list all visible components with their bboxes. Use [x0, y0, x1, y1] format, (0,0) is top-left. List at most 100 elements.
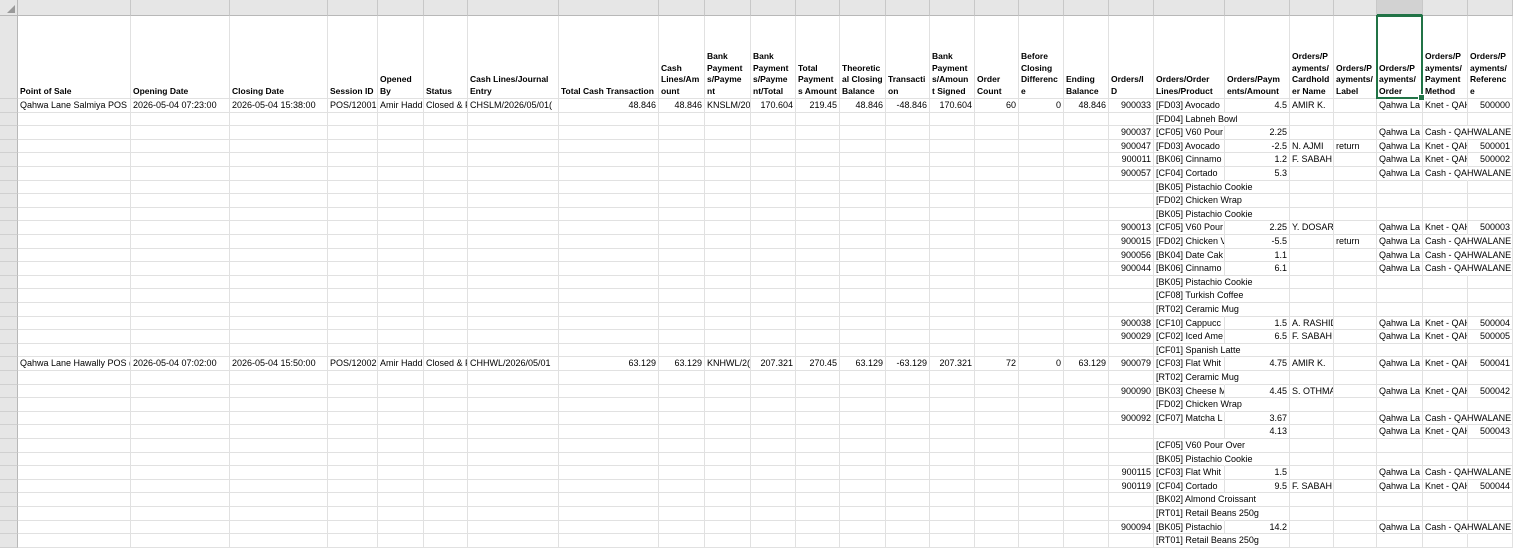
grid-cell[interactable]: [378, 112, 424, 127]
grid-cell[interactable]: [230, 194, 328, 208]
grid-cell[interactable]: [1019, 126, 1064, 140]
grid-cell[interactable]: [328, 235, 378, 249]
grid-cell[interactable]: [1334, 275, 1377, 290]
grid-cell[interactable]: [328, 289, 378, 303]
grid-cell[interactable]: [424, 371, 468, 385]
grid-cell[interactable]: [378, 425, 424, 439]
grid-cell[interactable]: [230, 221, 328, 235]
grid-cell[interactable]: [230, 207, 328, 222]
grid-cell[interactable]: [328, 452, 378, 467]
spreadsheet-grid[interactable]: Point of Sale Opening Date Closing Date Ses…: [0, 0, 1515, 553]
grid-cell[interactable]: [930, 139, 975, 154]
grid-cell[interactable]: [559, 316, 659, 331]
grid-cell[interactable]: [328, 126, 378, 140]
grid-cell[interactable]: 900047: [1109, 139, 1154, 154]
column-header-w[interactable]: [1334, 0, 1377, 16]
grid-cell[interactable]: [424, 439, 468, 453]
grid-cell[interactable]: [1290, 425, 1334, 439]
grid-cell[interactable]: [796, 411, 840, 426]
grid-cell[interactable]: [796, 248, 840, 263]
grid-cell[interactable]: [1334, 99, 1377, 113]
grid-cell[interactable]: [659, 180, 705, 195]
grid-cell[interactable]: [18, 139, 131, 154]
grid-cell[interactable]: 900119: [1109, 479, 1154, 494]
grid-cell[interactable]: [BK05] Pistachio Cookie: [1154, 208, 1253, 222]
grid-cell[interactable]: [1334, 384, 1377, 399]
grid-cell[interactable]: [468, 452, 559, 467]
grid-cell[interactable]: [659, 534, 705, 548]
grid-cell[interactable]: [930, 248, 975, 263]
row-header[interactable]: [0, 493, 18, 507]
grid-cell[interactable]: 1.5: [1225, 466, 1290, 480]
grid-cell[interactable]: [18, 466, 131, 480]
grid-cell[interactable]: [796, 194, 840, 208]
row-header[interactable]: [0, 316, 18, 331]
grid-cell[interactable]: [468, 343, 559, 358]
grid-cell[interactable]: [468, 262, 559, 276]
grid-cell[interactable]: [840, 303, 886, 317]
grid-cell[interactable]: [328, 343, 378, 358]
grid-cell[interactable]: [705, 479, 751, 494]
grid-cell[interactable]: [18, 303, 131, 317]
grid-cell[interactable]: [751, 207, 796, 222]
grid-cell[interactable]: [1468, 180, 1513, 195]
grid-cell[interactable]: [930, 425, 975, 439]
grid-cell[interactable]: [1377, 303, 1423, 317]
grid-cell[interactable]: [1064, 112, 1109, 127]
grid-cell[interactable]: [131, 343, 230, 358]
column-title-cell[interactable]: Bank Payment s/Amoun t Signed: [930, 16, 975, 99]
grid-cell[interactable]: [BK05] Pistachio Cookie: [1154, 181, 1253, 195]
grid-cell[interactable]: [1290, 194, 1334, 208]
grid-cell[interactable]: [796, 534, 840, 548]
grid-cell[interactable]: [18, 534, 131, 548]
grid-cell[interactable]: [230, 112, 328, 127]
grid-cell[interactable]: [840, 384, 886, 399]
column-title-cell[interactable]: Total Cash Transaction: [559, 16, 659, 99]
grid-cell[interactable]: [1334, 466, 1377, 480]
grid-cell[interactable]: [1064, 139, 1109, 154]
grid-cell[interactable]: [468, 126, 559, 140]
grid-cell[interactable]: [1423, 194, 1468, 208]
column-title-cell[interactable]: Bank Payment s/Payme nt/Total: [751, 16, 796, 99]
grid-cell[interactable]: [705, 248, 751, 263]
grid-cell[interactable]: [930, 194, 975, 208]
grid-cell[interactable]: [BK02] Almond Croissant: [1154, 493, 1256, 507]
grid-cell[interactable]: [1064, 425, 1109, 439]
grid-cell[interactable]: [1334, 153, 1377, 167]
grid-cell[interactable]: [230, 289, 328, 303]
grid-cell[interactable]: [378, 507, 424, 521]
grid-cell[interactable]: [886, 167, 930, 181]
grid-cell[interactable]: 2026-05-04 07:23:00: [131, 99, 230, 113]
row-header[interactable]: [0, 235, 18, 249]
grid-cell[interactable]: [1290, 262, 1334, 276]
grid-cell[interactable]: [796, 207, 840, 222]
grid-cell[interactable]: [659, 221, 705, 235]
row-header[interactable]: [0, 112, 18, 127]
column-header-q[interactable]: [1019, 0, 1064, 16]
grid-cell[interactable]: [1334, 330, 1377, 344]
grid-cell[interactable]: [378, 180, 424, 195]
grid-cell[interactable]: [1334, 112, 1377, 127]
grid-cell[interactable]: [1019, 194, 1064, 208]
grid-cell[interactable]: Cash - QAHWALANE: [1423, 521, 1511, 535]
grid-cell[interactable]: [930, 371, 975, 385]
grid-cell[interactable]: 60: [975, 99, 1019, 113]
grid-cell[interactable]: [1468, 112, 1513, 127]
grid-cell[interactable]: Qahwa La: [1377, 153, 1423, 167]
grid-cell[interactable]: Qahwa La: [1377, 248, 1423, 263]
grid-cell[interactable]: [1019, 452, 1064, 467]
grid-cell[interactable]: [468, 425, 559, 439]
grid-cell[interactable]: [930, 126, 975, 140]
grid-cell[interactable]: [659, 126, 705, 140]
grid-cell[interactable]: [796, 398, 840, 412]
grid-cell[interactable]: [1334, 371, 1377, 385]
grid-cell[interactable]: [328, 194, 378, 208]
grid-cell[interactable]: [1423, 398, 1468, 412]
column-title-cell[interactable]: Cash Lines/Journal Entry: [468, 16, 559, 99]
grid-cell[interactable]: [378, 466, 424, 480]
grid-cell[interactable]: [930, 534, 975, 548]
grid-cell[interactable]: [1377, 398, 1423, 412]
grid-cell[interactable]: [840, 493, 886, 507]
grid-cell[interactable]: [131, 398, 230, 412]
grid-cell[interactable]: Cash - QAHWALANE: [1423, 262, 1511, 276]
